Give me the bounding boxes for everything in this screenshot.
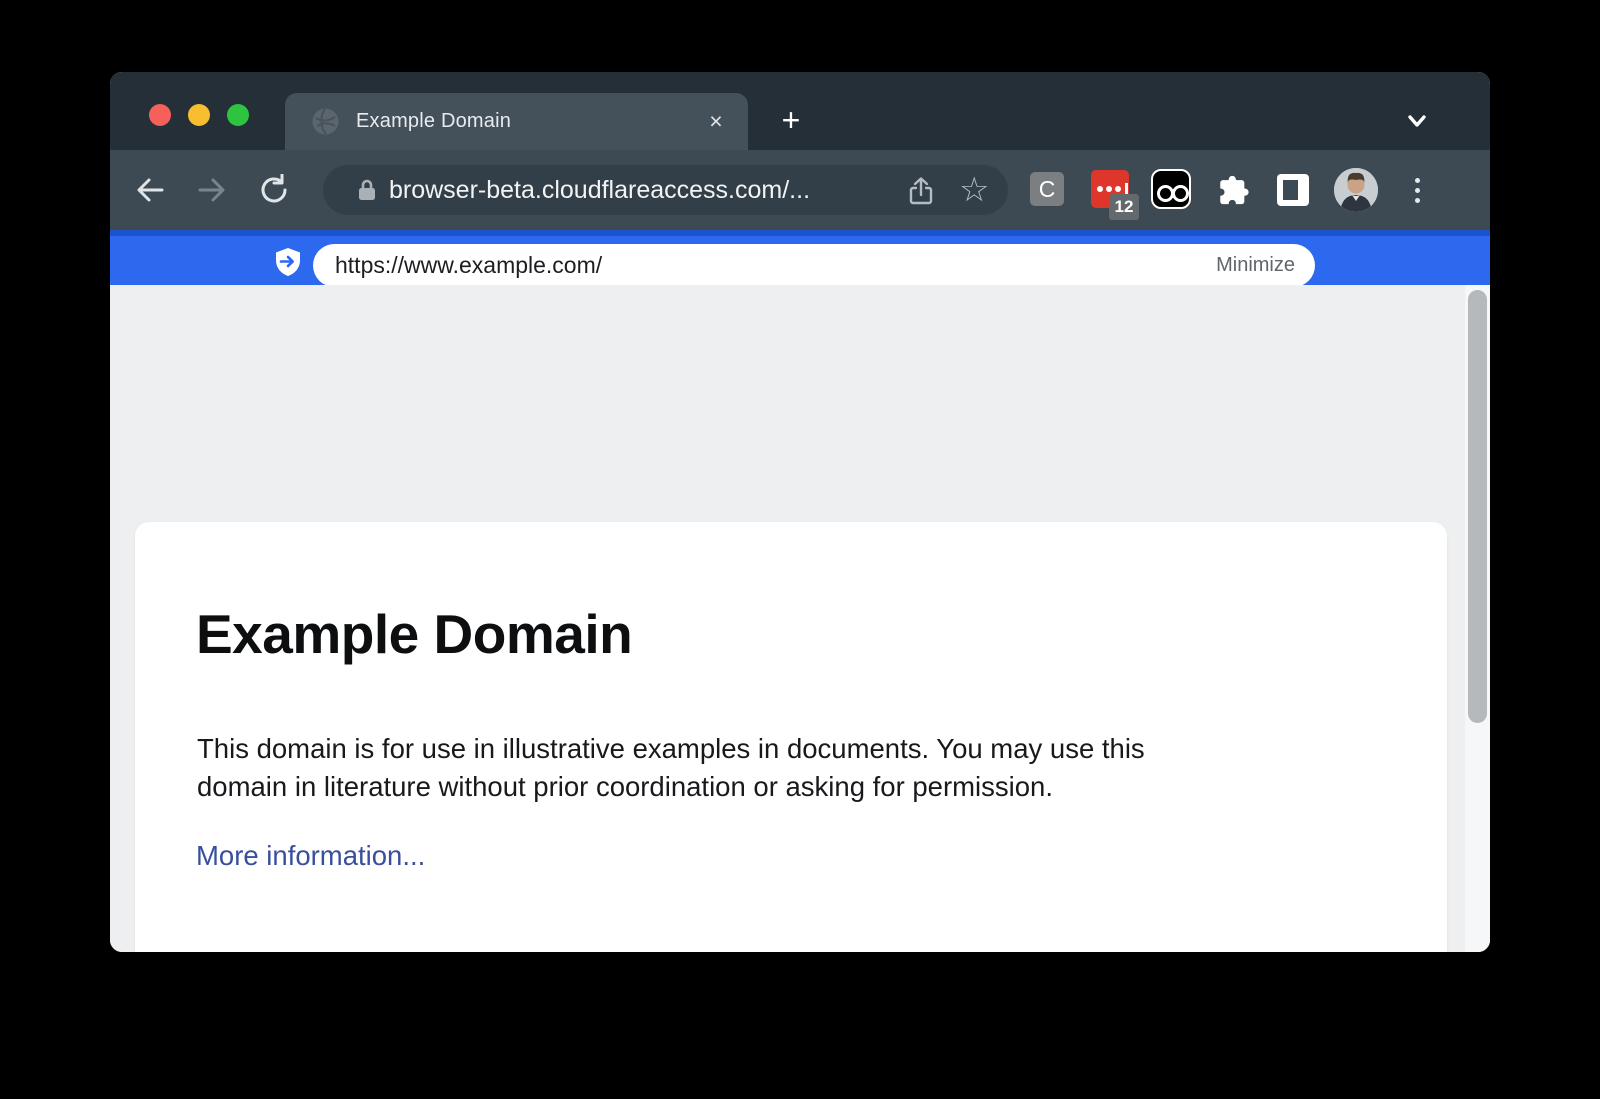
extensions-puzzle-icon[interactable] [1216, 173, 1250, 207]
omnibox[interactable]: browser-beta.cloudflareaccess.com/... ☆ [323, 165, 1008, 215]
new-tab-button[interactable]: + [770, 106, 812, 138]
lock-icon[interactable] [355, 178, 379, 202]
browser-menu-icon[interactable] [1410, 174, 1424, 206]
isolation-url-value[interactable]: https://www.example.com/ [335, 244, 602, 287]
bookmark-star-icon[interactable]: ☆ [959, 165, 989, 215]
browser-window: Example Domain × + [110, 72, 1490, 952]
profile-avatar[interactable] [1334, 168, 1378, 212]
minimize-button[interactable]: Minimize [1216, 244, 1295, 287]
page-title: Example Domain [196, 602, 632, 666]
omnibox-url[interactable]: browser-beta.cloudflareaccess.com/... [389, 165, 810, 215]
isolation-bar: https://www.example.com/ Minimize [110, 230, 1490, 285]
extension-badge: 12 [1109, 194, 1139, 220]
extension-c-label: C [1039, 176, 1056, 203]
page-viewport: Example Domain This domain is for use in… [110, 285, 1490, 952]
scrollbar-thumb[interactable] [1468, 290, 1487, 723]
tab-strip: Example Domain × + [110, 72, 1490, 150]
tab-search-chevron-icon[interactable] [1402, 112, 1432, 132]
tab-title: Example Domain [356, 93, 511, 150]
back-icon[interactable] [134, 174, 166, 206]
example-domain-card: Example Domain This domain is for use in… [135, 522, 1447, 952]
password-dots-icon [1097, 183, 1128, 194]
share-icon[interactable] [906, 176, 936, 206]
more-information-link[interactable]: More information... [196, 840, 425, 872]
paragraph-line-1: This domain is for use in illustrative e… [197, 733, 1145, 764]
circles-extension-icon[interactable] [1151, 169, 1191, 209]
globe-favicon-icon [312, 108, 339, 135]
circle-right-icon [1172, 185, 1189, 202]
paragraph-line-2: domain in literature without prior coord… [197, 771, 1053, 802]
page-paragraph: This domain is for use in illustrative e… [197, 730, 1145, 806]
isolation-url-input[interactable]: https://www.example.com/ Minimize [313, 244, 1315, 287]
fullscreen-window-button[interactable] [227, 104, 249, 126]
isolation-shield-icon[interactable] [274, 247, 302, 277]
tab-close-icon[interactable]: × [702, 108, 730, 136]
scrollbar-track[interactable] [1465, 285, 1490, 952]
reload-icon[interactable] [258, 174, 290, 206]
password-manager-extension-icon[interactable]: 12 [1091, 170, 1129, 208]
side-panel-inner [1283, 180, 1298, 200]
side-panel-icon[interactable] [1277, 174, 1309, 206]
toolbar: browser-beta.cloudflareaccess.com/... ☆ … [110, 150, 1490, 230]
close-window-button[interactable] [149, 104, 171, 126]
forward-icon[interactable] [196, 174, 228, 206]
extension-c-icon[interactable]: C [1030, 172, 1064, 206]
minimize-window-button[interactable] [188, 104, 210, 126]
active-tab[interactable]: Example Domain × [285, 93, 748, 150]
